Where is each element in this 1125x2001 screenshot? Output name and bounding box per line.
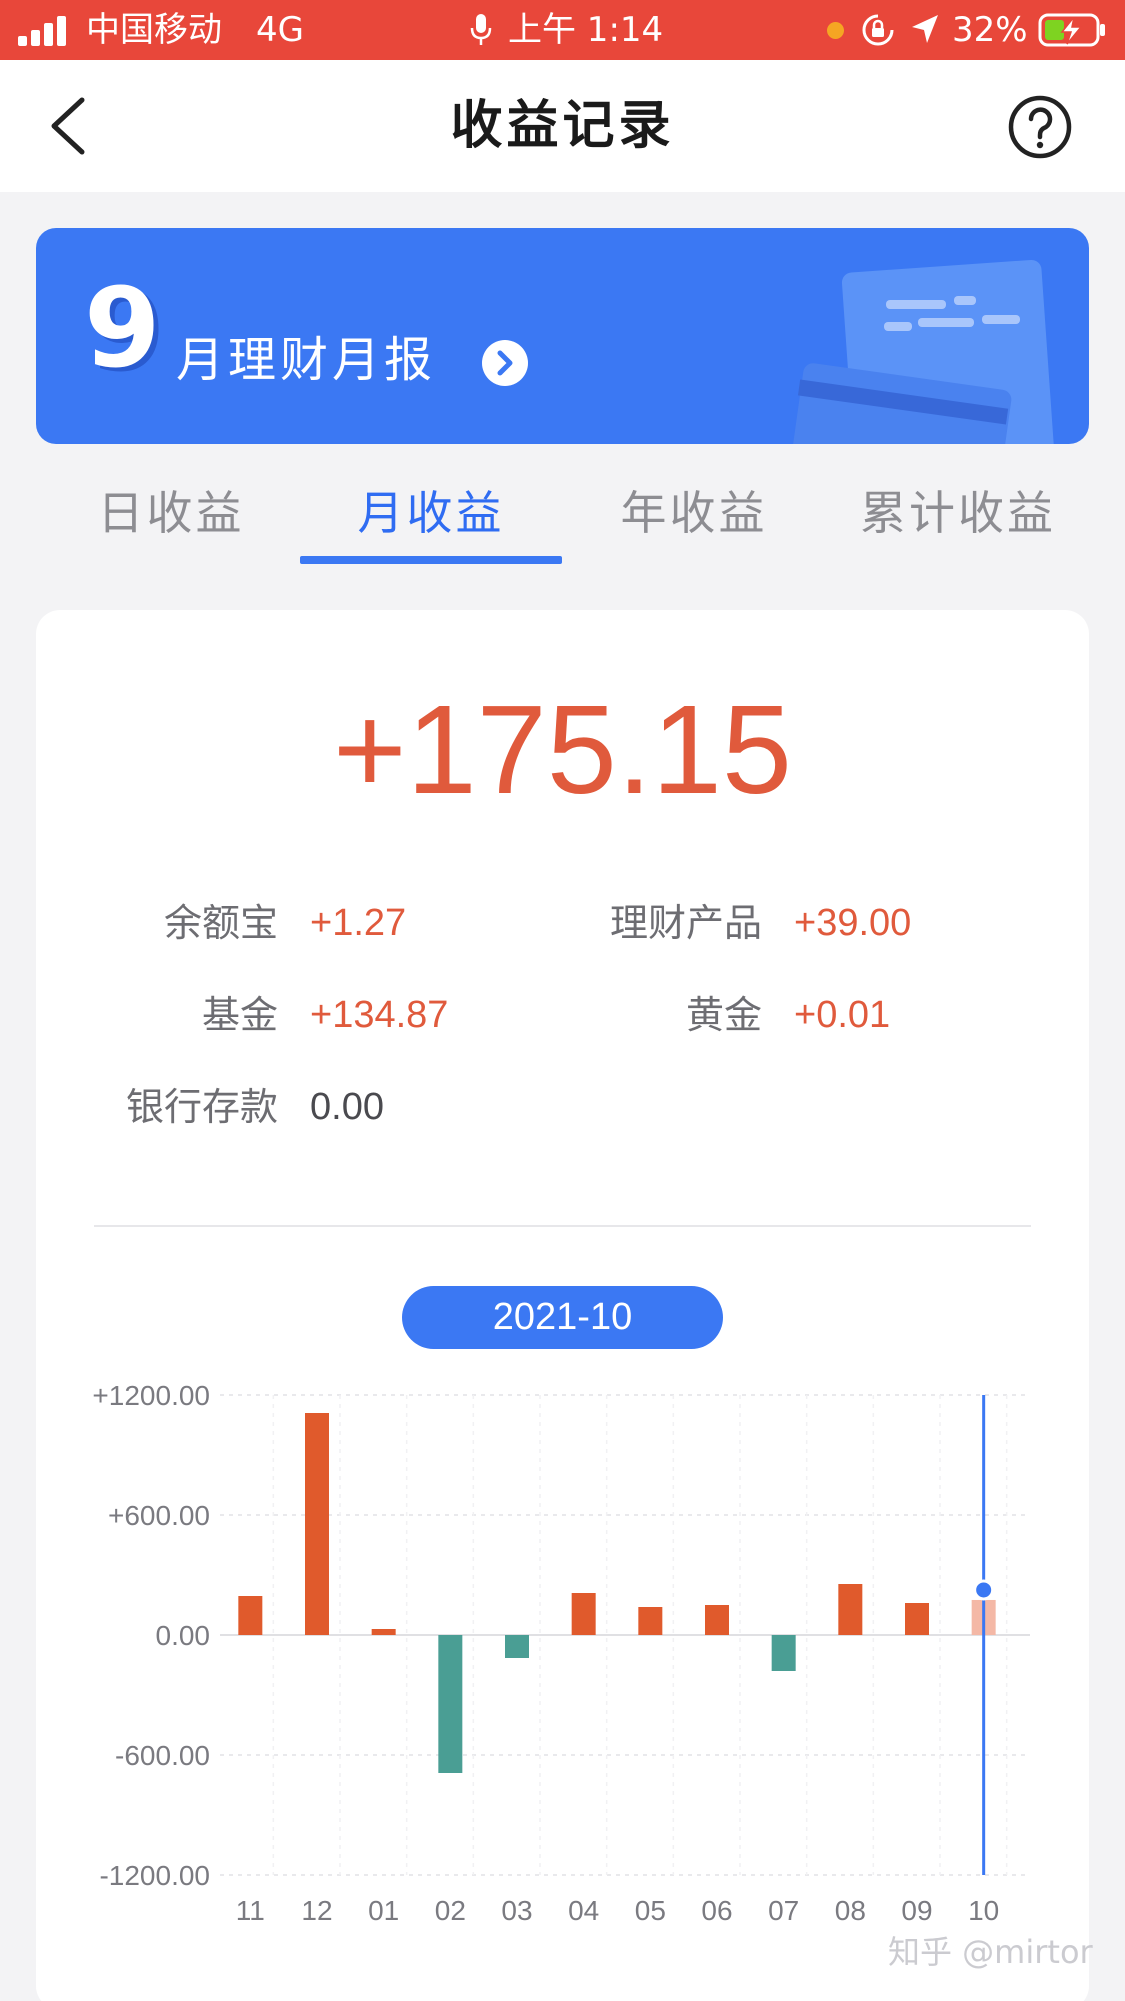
x-tick-label: 02	[435, 1895, 466, 1926]
gold-label: 黄金	[685, 993, 762, 1037]
yuebao-value: +1.27	[310, 902, 407, 944]
section-divider	[94, 1225, 1031, 1227]
x-tick-label: 03	[501, 1895, 532, 1926]
rotation-lock-icon	[862, 14, 894, 46]
report-illustration-icon	[790, 259, 1055, 444]
fund-value: +134.87	[310, 994, 449, 1036]
total-earnings: +175.15	[333, 679, 792, 820]
tab-monthly[interactable]: 月收益	[300, 474, 562, 566]
wealth-products-label: 理财产品	[609, 901, 762, 945]
page-title: 收益记录	[450, 96, 675, 156]
navigation-bar: 收益记录	[0, 60, 1125, 192]
bar-02	[438, 1635, 463, 1773]
bar-01	[371, 1629, 396, 1635]
bank-deposit-value: 0.00	[310, 1086, 384, 1128]
network-type: 4G	[256, 10, 304, 50]
x-tick-label: 11	[236, 1895, 265, 1926]
bar-05	[638, 1607, 663, 1635]
selection-indicator-dot	[973, 1579, 995, 1601]
battery-percent: 32%	[952, 10, 1028, 50]
bank-deposit-label: 银行存款	[125, 1085, 278, 1129]
bar-06	[705, 1605, 729, 1635]
active-tab-indicator	[300, 556, 562, 564]
banner-month-number: 9	[84, 264, 161, 392]
battery-charging-icon	[1038, 13, 1105, 47]
y-tick-label: 0.00	[156, 1620, 211, 1651]
selected-month-pill[interactable]: 2021-10	[402, 1286, 723, 1349]
x-tick-label: 08	[835, 1895, 866, 1926]
tab-yearly[interactable]: 年收益	[560, 474, 828, 566]
gold-value: +0.01	[794, 994, 891, 1036]
tab-cumulative[interactable]: 累计收益	[820, 474, 1096, 566]
status-bar: 中国移动 4G 上午 1:14 32%	[0, 0, 1125, 60]
x-tick-label: 10	[968, 1895, 999, 1926]
bar-07	[771, 1635, 796, 1671]
y-tick-label: +1200.00	[92, 1380, 210, 1411]
x-tick-label: 01	[368, 1895, 399, 1926]
carrier-name: 中国移动	[86, 10, 222, 50]
bar-03	[505, 1635, 529, 1658]
signal-icon	[18, 14, 74, 46]
x-tick-label: 07	[768, 1895, 799, 1926]
watermark-text: 知乎 @mirtor	[888, 1933, 1093, 1971]
x-tick-label: 06	[701, 1895, 732, 1926]
monthly-earnings-chart[interactable]: +1200.00 +600.00 0.00 -600.00 -1200.00 11 12 01…	[60, 1370, 1060, 1930]
x-tick-label: 12	[301, 1895, 332, 1926]
bar-04	[571, 1593, 596, 1635]
fund-label: 基金	[201, 993, 278, 1037]
bar-12	[305, 1413, 329, 1635]
yuebao-label: 余额宝	[163, 901, 278, 945]
banner-title: 月理财月报	[176, 332, 437, 388]
bar-08	[838, 1584, 863, 1635]
privacy-indicator-dot	[827, 22, 844, 39]
help-question-icon[interactable]	[1007, 94, 1073, 160]
status-time: 上午 1:14	[508, 10, 664, 50]
microphone-icon	[470, 14, 492, 45]
chevron-right-icon	[482, 340, 528, 386]
x-tick-label: 05	[635, 1895, 666, 1926]
y-tick-label: -600.00	[115, 1740, 210, 1771]
y-tick-label: -1200.00	[99, 1860, 210, 1891]
bar-09	[905, 1603, 929, 1635]
monthly-report-banner[interactable]: 9 月理财月报	[36, 228, 1089, 444]
x-tick-label: 04	[568, 1895, 599, 1926]
tab-daily[interactable]: 日收益	[36, 474, 306, 566]
bar-11	[238, 1596, 263, 1635]
x-tick-label: 09	[901, 1895, 932, 1926]
location-arrow-icon	[912, 15, 938, 43]
period-tabs: 日收益 月收益 年收益 累计收益	[0, 474, 1125, 566]
wealth-products-value: +39.00	[794, 902, 912, 944]
y-tick-label: +600.00	[108, 1500, 210, 1531]
